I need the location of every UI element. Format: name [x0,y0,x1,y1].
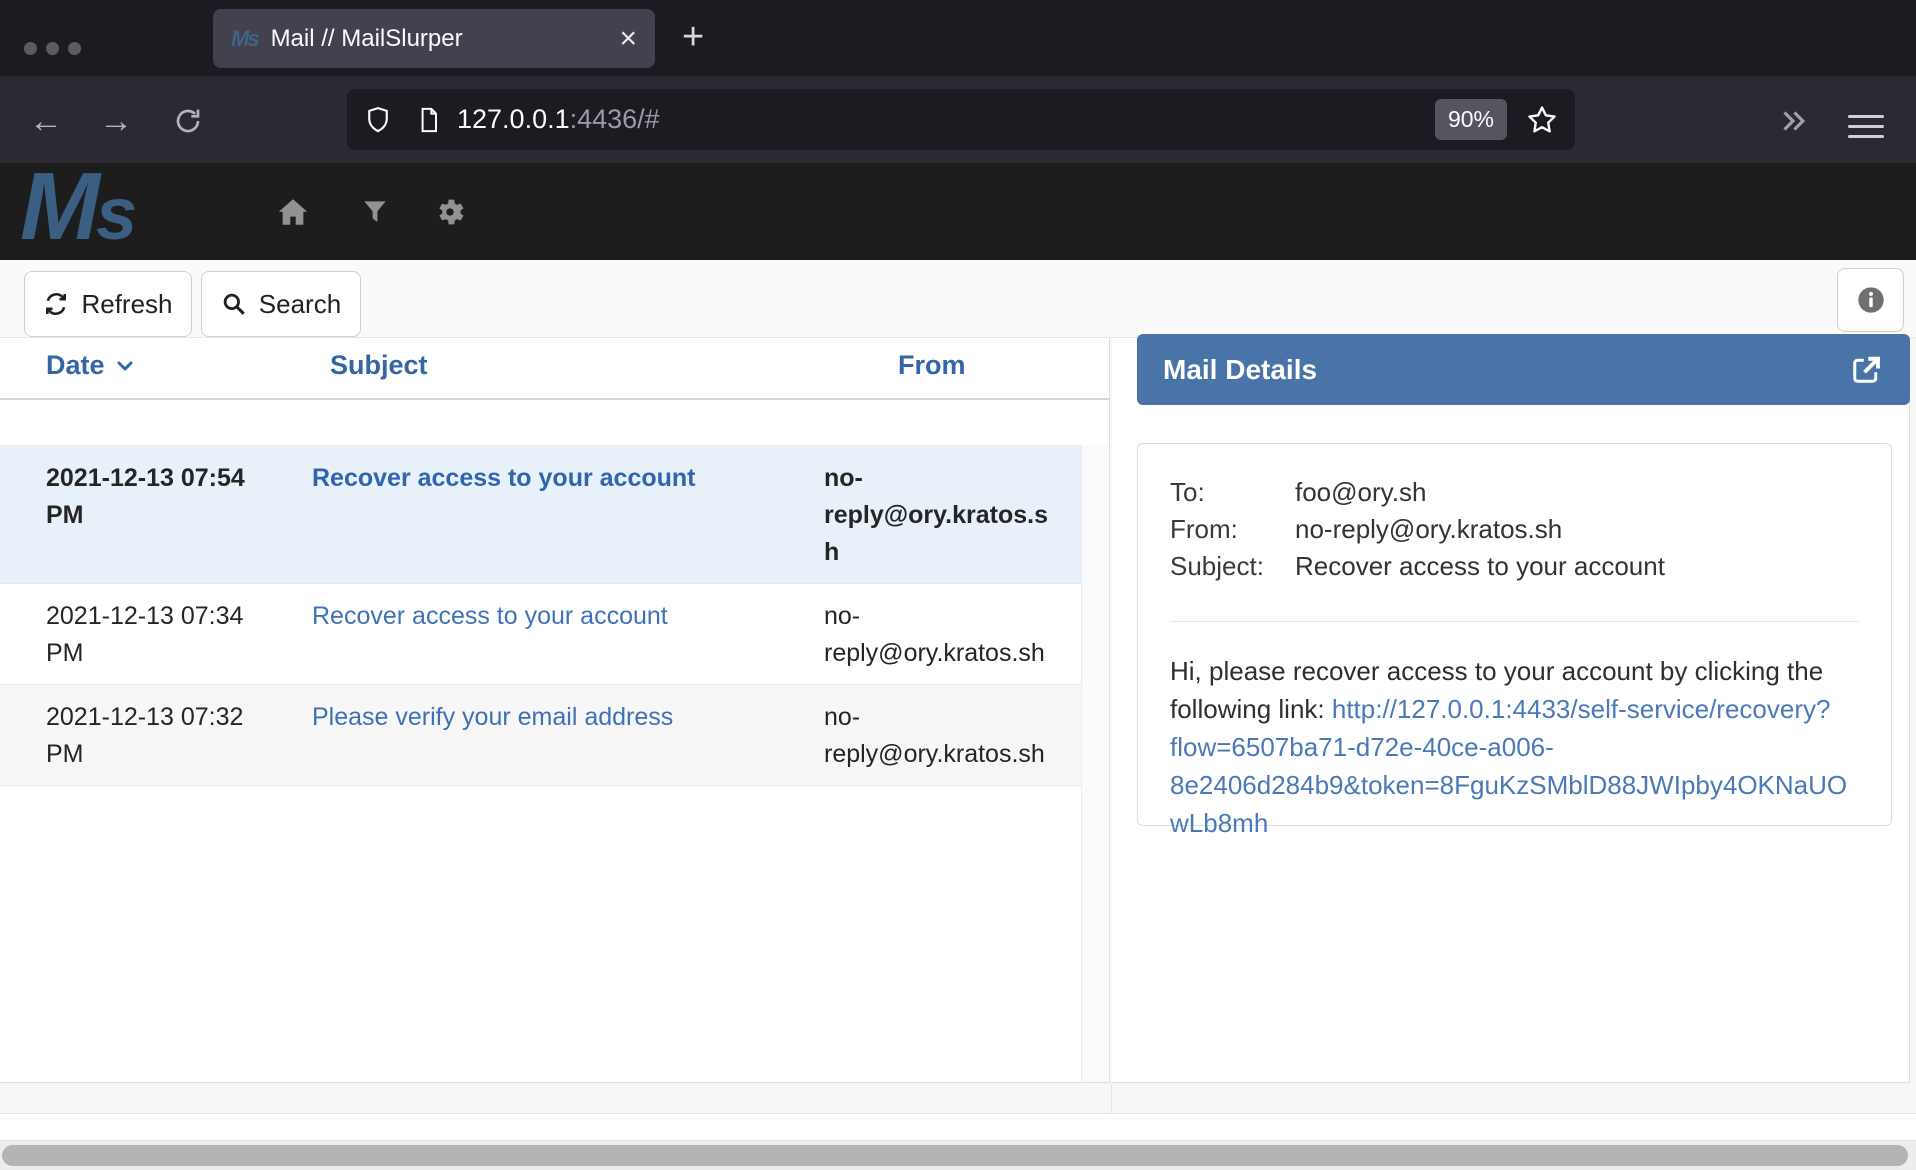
reload-icon [172,105,204,137]
settings-button[interactable] [431,193,469,231]
mail-subject-link[interactable]: Recover access to your account [290,460,802,571]
overflow-menu-button[interactable] [1776,104,1810,138]
zoom-level-badge[interactable]: 90% [1435,99,1507,140]
action-strip: Refresh Search [0,260,1916,338]
table-row[interactable]: 2021-12-13 07:54 PM Recover access to yo… [0,446,1081,584]
mail-details-title: Mail Details [1163,354,1848,386]
to-label: To: [1170,474,1295,511]
window-dot-icon[interactable] [46,42,59,55]
mail-detail-card: To: foo@ory.sh From: no-reply@ory.kratos… [1137,443,1892,826]
main-content: Date Subject From 2021-12-13 07:54 PM Re… [0,338,1916,1083]
browser-toolbar: ← → 127.0.0.1:4436/# 90% [0,76,1916,163]
home-icon [275,194,311,230]
mail-list-panel: Date Subject From 2021-12-13 07:54 PM Re… [0,338,1110,1083]
open-external-button[interactable] [1848,352,1884,388]
filter-icon [359,196,391,228]
window-controls[interactable] [24,42,81,55]
mailslurper-favicon-icon: Ms [231,26,258,52]
back-button[interactable]: ← [24,99,68,143]
tab-bar: Ms Mail // MailSlurper × + [0,0,1916,76]
mail-date: 2021-12-13 07:32 PM [0,699,290,773]
star-icon [1525,103,1559,137]
column-header-from[interactable]: From [898,350,966,381]
search-button[interactable]: Search [201,271,361,337]
card-divider [1170,621,1859,622]
table-row[interactable]: 2021-12-13 07:32 PM Please verify your e… [0,685,1081,786]
tab-title: Mail // MailSlurper [271,25,610,53]
url-text[interactable]: 127.0.0.1:4436/# [457,104,660,135]
hamburger-menu-button[interactable] [1848,108,1884,145]
bottom-band [0,1113,1916,1141]
mail-subject-link[interactable]: Recover access to your account [290,598,802,672]
to-value: foo@ory.sh [1295,474,1859,511]
browser-tab[interactable]: Ms Mail // MailSlurper × [213,9,655,68]
mail-date: 2021-12-13 07:54 PM [0,460,290,571]
forward-button[interactable]: → [94,99,138,143]
mail-from: no-reply@ory.kratos.sh [802,460,1081,571]
refresh-button-label: Refresh [81,289,172,320]
window-dot-icon[interactable] [24,42,37,55]
mail-body: Hi, please recover access to your accoun… [1170,652,1859,842]
app-navbar: Ms [0,163,1916,260]
page-info-icon[interactable] [415,105,443,135]
reload-button[interactable] [166,99,210,143]
url-path: :4436/# [570,104,660,134]
mail-rows: 2021-12-13 07:54 PM Recover access to yo… [0,445,1081,786]
subject-label: Subject: [1170,548,1295,585]
mail-date: 2021-12-13 07:34 PM [0,598,290,672]
filter-button[interactable] [356,193,394,231]
column-header-date[interactable]: Date [46,350,137,381]
home-button[interactable] [274,193,312,231]
address-bar[interactable]: 127.0.0.1:4436/# 90% [347,89,1575,150]
external-link-icon [1848,352,1884,388]
tab-close-icon[interactable]: × [609,24,637,54]
sort-chevron-down-icon [113,354,137,378]
search-button-label: Search [259,289,341,320]
subject-value: Recover access to your account [1295,548,1859,585]
mail-from: no-reply@ory.kratos.sh [802,598,1081,672]
column-header-subject[interactable]: Subject [330,350,428,381]
url-host: 127.0.0.1 [457,104,570,134]
refresh-icon [43,291,69,317]
panel-divider [1111,1083,1112,1113]
info-icon [1855,284,1887,316]
mail-subject-link[interactable]: Please verify your email address [290,699,802,773]
mail-details-header: Mail Details [1137,334,1910,405]
info-button[interactable] [1837,268,1904,332]
from-label: From: [1170,511,1295,548]
window-dot-icon[interactable] [68,42,81,55]
mail-from: no-reply@ory.kratos.sh [802,699,1081,773]
scrollbar-thumb[interactable] [2,1145,1908,1166]
double-chevron-right-icon [1776,104,1810,138]
gear-icon [433,195,467,229]
bookmark-star-button[interactable] [1525,103,1559,137]
horizontal-scrollbar[interactable] [0,1141,1916,1170]
browser-window: Ms Mail // MailSlurper × + ← → 127.0.0.1… [0,0,1916,1170]
shield-icon[interactable] [363,105,393,135]
mail-list-header: Date Subject From [0,338,1109,400]
from-value: no-reply@ory.kratos.sh [1295,511,1859,548]
mail-list-scrollbar[interactable] [1081,445,1109,1082]
table-row[interactable]: 2021-12-13 07:34 PM Recover access to yo… [0,584,1081,685]
search-icon [221,291,247,317]
refresh-button[interactable]: Refresh [24,271,192,337]
mail-details-panel: Mail Details To: foo@ory.sh From: no-re [1112,338,1910,1083]
new-tab-button[interactable]: + [682,18,704,56]
